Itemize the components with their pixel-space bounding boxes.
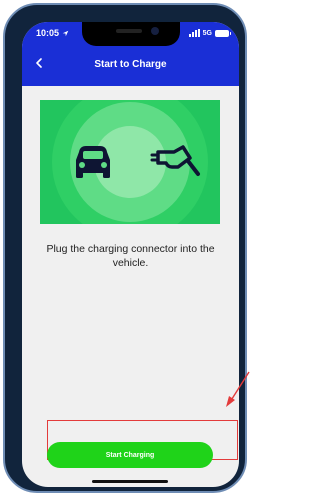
charging-illustration bbox=[40, 100, 220, 224]
annotation-arrow-icon bbox=[226, 371, 250, 407]
start-charging-button[interactable]: Start Charging bbox=[47, 442, 213, 468]
app-screen: 10:05 5G Start to Charge Plug the chargi… bbox=[22, 22, 239, 487]
page-title: Start to Charge bbox=[94, 59, 167, 70]
signal-icon bbox=[188, 29, 200, 37]
phone-frame: 10:05 5G Start to Charge Plug the chargi… bbox=[3, 3, 247, 493]
status-indicators: 5G bbox=[188, 28, 231, 38]
network-label: 5G bbox=[202, 29, 212, 37]
device-notch bbox=[82, 22, 180, 46]
status-time: 10:05 bbox=[36, 28, 69, 38]
speaker-grille bbox=[116, 29, 142, 33]
header-bar: 10:05 5G Start to Charge bbox=[22, 22, 239, 86]
location-arrow-icon bbox=[62, 30, 68, 36]
front-camera bbox=[151, 27, 159, 35]
instruction-text: Plug the charging connector into the veh… bbox=[46, 243, 215, 269]
home-indicator bbox=[92, 480, 168, 483]
battery-icon bbox=[215, 29, 231, 37]
